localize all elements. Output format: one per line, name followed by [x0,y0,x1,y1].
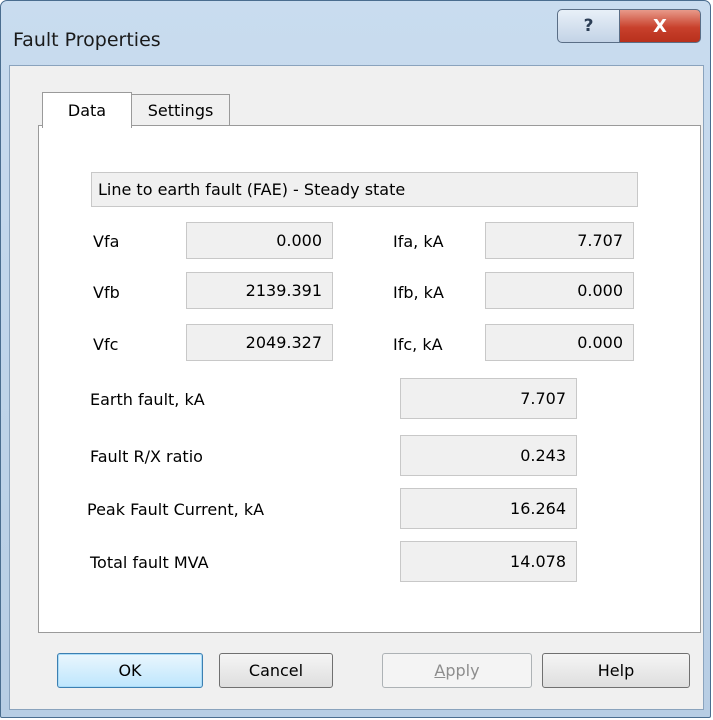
help-button[interactable]: Help [542,653,690,688]
close-button[interactable]: X [619,9,701,43]
tab-data[interactable]: Data [42,92,132,128]
fault-properties-dialog: Fault Properties ? X Data Settings Line … [0,0,711,718]
ok-button[interactable]: OK [57,653,203,688]
fault-rx-ratio-value: 0.243 [400,435,577,476]
vfc-value: 2049.327 [186,324,333,361]
close-icon: X [653,15,667,37]
vfc-label: Vfc [93,335,119,354]
earth-fault-label: Earth fault, kA [90,390,205,409]
vfa-value: 0.000 [186,222,333,259]
ifa-value: 7.707 [485,222,634,259]
total-fault-mva-label: Total fault MVA [90,553,209,572]
question-mark-icon: ? [583,16,594,36]
dialog-client-area: Data Settings Line to earth fault (FAE) … [9,65,704,710]
vfb-value: 2139.391 [186,272,333,309]
title-bar[interactable]: Fault Properties ? X [1,1,710,65]
apply-accelerator: A [434,661,446,680]
cancel-button[interactable]: Cancel [219,653,333,688]
peak-fault-current-value: 16.264 [400,488,577,529]
help-caption-button[interactable]: ? [557,9,620,43]
ifc-label: Ifc, kA [393,335,443,354]
total-fault-mva-value: 14.078 [400,541,577,582]
apply-button[interactable]: Apply [382,653,532,688]
ifc-value: 0.000 [485,324,634,361]
vfa-label: Vfa [93,232,120,251]
ifb-label: Ifb, kA [393,283,444,302]
vfb-label: Vfb [93,283,120,302]
ifa-label: Ifa, kA [393,232,444,251]
ifb-value: 0.000 [485,272,634,309]
peak-fault-current-label: Peak Fault Current, kA [87,500,265,519]
tab-settings[interactable]: Settings [132,94,230,126]
apply-label-rest: pply [445,661,480,680]
data-tab-panel: Line to earth fault (FAE) - Steady state… [38,125,701,633]
earth-fault-value: 7.707 [400,378,577,419]
window-title: Fault Properties [13,29,161,51]
fault-rx-ratio-label: Fault R/X ratio [90,447,203,466]
fault-type-field: Line to earth fault (FAE) - Steady state [91,172,638,207]
